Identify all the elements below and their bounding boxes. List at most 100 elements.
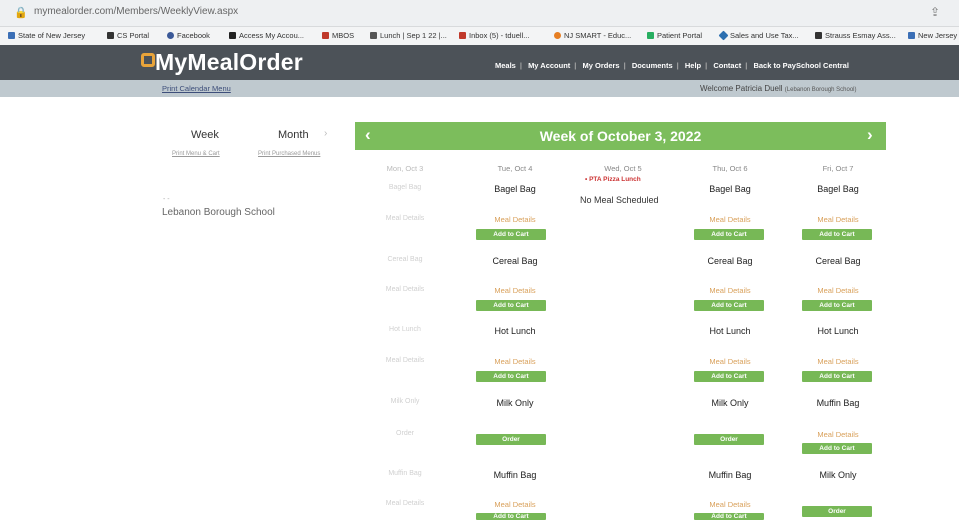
nav-documents[interactable]: Documents xyxy=(632,61,673,70)
next-week-arrow-icon[interactable]: › xyxy=(867,125,873,145)
order-button[interactable]: Order xyxy=(694,434,764,445)
lock-icon: 🔒 xyxy=(14,7,28,19)
bookmarks-bar: State of New Jersey CS Portal Facebook A… xyxy=(0,27,959,45)
bookmark-item[interactable]: NJ SMART - Educ... xyxy=(554,31,631,40)
mon-item: Meal Details xyxy=(385,500,425,507)
bookmark-icon xyxy=(459,32,466,39)
bookmark-item[interactable]: Patient Portal xyxy=(647,31,702,40)
bookmark-icon xyxy=(229,32,236,39)
meal-details-link[interactable]: Meal Details xyxy=(470,500,560,509)
meal-details-link[interactable]: Meal Details xyxy=(685,500,775,509)
nav-contact[interactable]: Contact xyxy=(713,61,741,70)
site-logo[interactable]: MyMealOrder xyxy=(155,49,303,76)
add-to-cart-button[interactable]: Add to Cart xyxy=(802,300,872,311)
meal-name: Hot Lunch xyxy=(709,326,751,336)
meal-name: Bagel Bag xyxy=(817,184,859,194)
day-header-wed: Wed, Oct 5 xyxy=(604,164,642,173)
bookmark-item[interactable]: Lunch | Sep 1 22 |... xyxy=(370,31,447,40)
meal-details-link[interactable]: Meal Details xyxy=(470,357,560,366)
meal-details-link[interactable]: Meal Details xyxy=(470,215,560,224)
add-to-cart-button[interactable]: Add to Cart xyxy=(476,513,546,520)
nav-meals[interactable]: Meals xyxy=(495,61,516,70)
bookmark-item[interactable]: New Jersey xyxy=(908,31,957,40)
welcome-message: Welcome Patricia Duell (Lebanon Borough … xyxy=(700,84,857,93)
meal-details-link[interactable]: Meal Details xyxy=(685,215,775,224)
add-to-cart-button[interactable]: Add to Cart xyxy=(802,229,872,240)
meal-details-link[interactable]: Meal Details xyxy=(685,286,775,295)
add-to-cart-button[interactable]: Add to Cart xyxy=(476,300,546,311)
day-header-thu: Thu, Oct 6 xyxy=(712,164,748,173)
print-menu-cart-link[interactable]: Print Menu & Cart xyxy=(172,151,220,157)
meal-details-link[interactable]: Meal Details xyxy=(685,357,775,366)
add-to-cart-button[interactable]: Add to Cart xyxy=(694,513,764,520)
meal-details-link[interactable]: Meal Details xyxy=(793,430,883,439)
main-nav: Meals | My Account | My Orders | Documents |… xyxy=(495,61,849,70)
pta-event: • PTA Pizza Lunch xyxy=(585,176,641,183)
mon-item: Milk Only xyxy=(390,398,420,405)
add-to-cart-button[interactable]: Add to Cart xyxy=(694,229,764,240)
print-calendar-link[interactable]: Print Calendar Menu xyxy=(162,84,231,93)
logo-icon xyxy=(141,53,155,67)
chevron-right-icon: › xyxy=(324,128,328,139)
nav-help[interactable]: Help xyxy=(685,61,701,70)
order-button[interactable]: Order xyxy=(476,434,546,445)
bookmark-icon xyxy=(647,32,654,39)
mon-item: Order xyxy=(396,430,414,437)
bookmark-item[interactable]: MBOS xyxy=(322,31,354,40)
mon-item: Meal Details xyxy=(385,286,425,293)
add-to-cart-button[interactable]: Add to Cart xyxy=(802,371,872,382)
meal-details-link[interactable]: Meal Details xyxy=(793,215,883,224)
bookmark-icon xyxy=(908,32,915,39)
day-header-fri: Fri, Oct 7 xyxy=(822,164,854,173)
meal-name: Muffin Bag xyxy=(816,398,860,408)
bookmark-item[interactable]: Inbox (5) - tduell... xyxy=(459,31,529,40)
bookmark-icon xyxy=(8,32,15,39)
add-to-cart-button[interactable]: Add to Cart xyxy=(476,229,546,240)
nav-payschool[interactable]: Back to PaySchool Central xyxy=(753,61,848,70)
meal-details-link[interactable]: Meal Details xyxy=(793,357,883,366)
bookmark-item[interactable]: Strauss Esmay Ass... xyxy=(815,31,896,40)
nav-my-account[interactable]: My Account xyxy=(528,61,570,70)
tab-month[interactable]: Month xyxy=(278,129,309,141)
bookmark-icon xyxy=(815,32,822,39)
add-to-cart-button[interactable]: Add to Cart xyxy=(694,371,764,382)
meal-name: Bagel Bag xyxy=(709,184,751,194)
order-button[interactable]: Order xyxy=(802,506,872,517)
meal-name: Muffin Bag xyxy=(493,470,537,480)
bookmark-item[interactable]: Access My Accou... xyxy=(229,31,304,40)
mon-item: Bagel Bag xyxy=(388,184,422,191)
mon-item: Cereal Bag xyxy=(387,256,423,263)
day-header-mon: Mon, Oct 3 xyxy=(386,164,424,173)
mon-item: Muffin Bag xyxy=(388,470,422,477)
meal-name: Cereal Bag xyxy=(492,256,538,266)
meal-name: Bagel Bag xyxy=(494,184,536,194)
url-text[interactable]: mymealorder.com/Members/WeeklyView.aspx xyxy=(34,6,238,17)
bookmark-icon xyxy=(107,32,114,39)
share-icon[interactable]: ⇪ xyxy=(930,5,940,19)
school-name: Lebanon Borough School xyxy=(162,207,275,218)
meal-name: Muffin Bag xyxy=(708,470,752,480)
meal-name: Cereal Bag xyxy=(707,256,753,266)
meal-details-link[interactable]: Meal Details xyxy=(793,286,883,295)
bookmark-icon xyxy=(718,30,729,41)
meal-details-link[interactable]: Meal Details xyxy=(470,286,560,295)
meal-name: Hot Lunch xyxy=(494,326,536,336)
meal-name: Milk Only xyxy=(711,398,749,408)
bookmark-item[interactable]: Facebook xyxy=(167,31,210,40)
bookmark-item[interactable]: State of New Jersey xyxy=(8,31,85,40)
tab-week[interactable]: Week xyxy=(191,129,219,141)
mon-item: Meal Details xyxy=(385,357,425,364)
day-header-tue: Tue, Oct 4 xyxy=(497,164,533,173)
nav-my-orders[interactable]: My Orders xyxy=(583,61,620,70)
add-to-cart-button[interactable]: Add to Cart xyxy=(802,443,872,454)
print-purchased-link[interactable]: Print Purchased Menus xyxy=(258,151,320,157)
bookmark-item[interactable]: CS Portal xyxy=(107,31,149,40)
add-to-cart-button[interactable]: Add to Cart xyxy=(476,371,546,382)
bookmark-item[interactable]: Sales and Use Tax... xyxy=(718,30,799,41)
meal-name: Cereal Bag xyxy=(815,256,861,266)
no-meal-note: No Meal Scheduled xyxy=(580,195,659,205)
meal-name: Milk Only xyxy=(819,470,857,480)
bookmark-icon xyxy=(554,32,561,39)
add-to-cart-button[interactable]: Add to Cart xyxy=(694,300,764,311)
meal-name: Milk Only xyxy=(496,398,534,408)
